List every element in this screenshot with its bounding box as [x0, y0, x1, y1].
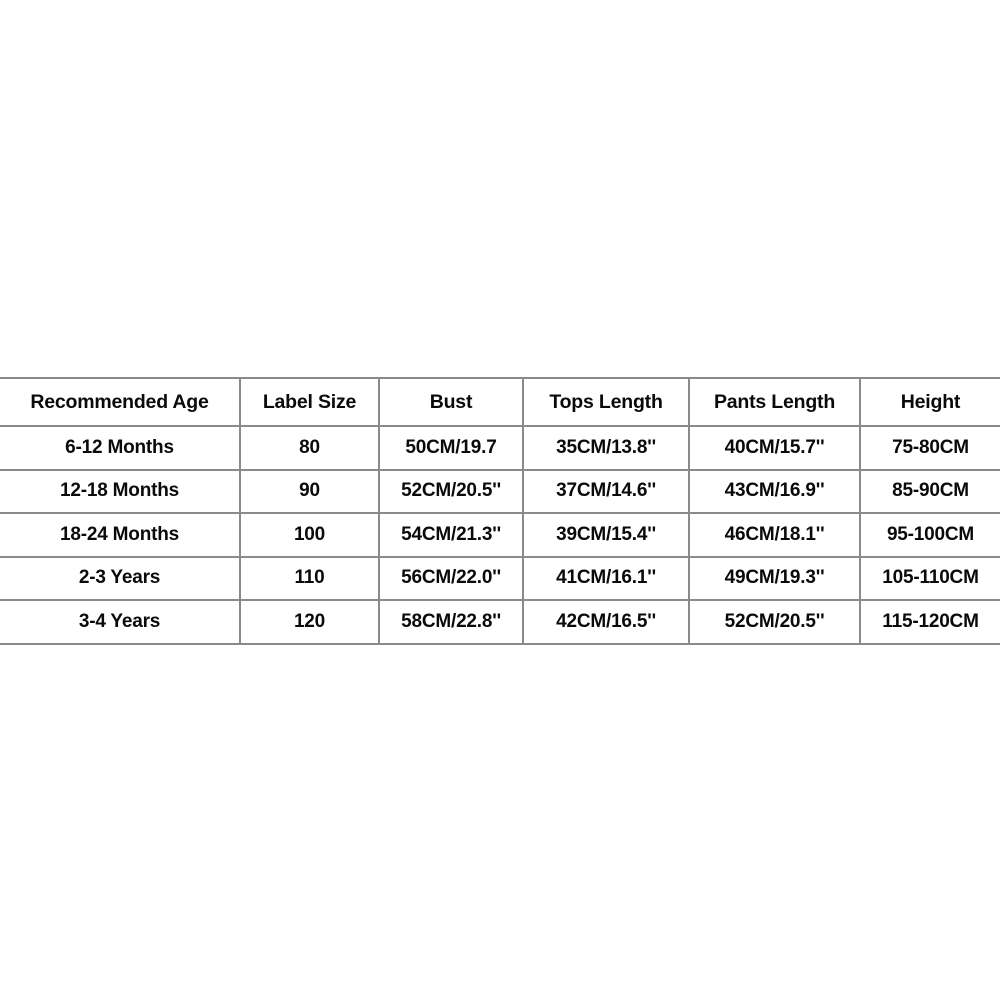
- cell-tops-length: 35CM/13.8'': [522, 425, 690, 471]
- column-header-label-size: Label Size: [239, 377, 380, 427]
- cell-recommended-age: 2-3 Years: [0, 555, 241, 601]
- size-chart-table: Recommended Age Label Size Bust Tops Len…: [0, 377, 1000, 645]
- cell-height: 85-90CM: [859, 468, 1000, 514]
- cell-label-size: 120: [239, 599, 380, 645]
- cell-tops-length: 39CM/15.4'': [522, 512, 690, 558]
- cell-pants-length: 52CM/20.5'': [688, 599, 861, 645]
- column-header-bust: Bust: [378, 377, 524, 427]
- cell-height: 95-100CM: [859, 512, 1000, 558]
- cell-bust: 58CM/22.8'': [378, 599, 524, 645]
- cell-pants-length: 46CM/18.1'': [688, 512, 861, 558]
- size-chart-container: Recommended Age Label Size Bust Tops Len…: [0, 377, 1000, 645]
- table-row: 2-3 Years 110 56CM/22.0'' 41CM/16.1'' 49…: [0, 555, 1000, 601]
- cell-recommended-age: 18-24 Months: [0, 512, 241, 558]
- cell-height: 115-120CM: [859, 599, 1000, 645]
- cell-label-size: 80: [239, 425, 380, 471]
- column-header-pants-length: Pants Length: [688, 377, 861, 427]
- table-row: 6-12 Months 80 50CM/19.7 35CM/13.8'' 40C…: [0, 425, 1000, 471]
- cell-bust: 50CM/19.7: [378, 425, 524, 471]
- cell-tops-length: 37CM/14.6'': [522, 468, 690, 514]
- cell-label-size: 90: [239, 468, 380, 514]
- cell-height: 75-80CM: [859, 425, 1000, 471]
- cell-bust: 54CM/21.3'': [378, 512, 524, 558]
- cell-pants-length: 49CM/19.3'': [688, 555, 861, 601]
- cell-pants-length: 43CM/16.9'': [688, 468, 861, 514]
- cell-recommended-age: 6-12 Months: [0, 425, 241, 471]
- cell-bust: 52CM/20.5'': [378, 468, 524, 514]
- column-header-height: Height: [859, 377, 1000, 427]
- column-header-tops-length: Tops Length: [522, 377, 690, 427]
- cell-label-size: 100: [239, 512, 380, 558]
- cell-label-size: 110: [239, 555, 380, 601]
- table-row: 3-4 Years 120 58CM/22.8'' 42CM/16.5'' 52…: [0, 599, 1000, 645]
- cell-bust: 56CM/22.0'': [378, 555, 524, 601]
- cell-tops-length: 42CM/16.5'': [522, 599, 690, 645]
- column-header-recommended-age: Recommended Age: [0, 377, 241, 427]
- cell-recommended-age: 12-18 Months: [0, 468, 241, 514]
- table-header-row: Recommended Age Label Size Bust Tops Len…: [0, 377, 1000, 427]
- table-row: 18-24 Months 100 54CM/21.3'' 39CM/15.4''…: [0, 512, 1000, 558]
- cell-recommended-age: 3-4 Years: [0, 599, 241, 645]
- table-row: 12-18 Months 90 52CM/20.5'' 37CM/14.6'' …: [0, 468, 1000, 514]
- cell-tops-length: 41CM/16.1'': [522, 555, 690, 601]
- cell-height: 105-110CM: [859, 555, 1000, 601]
- cell-pants-length: 40CM/15.7'': [688, 425, 861, 471]
